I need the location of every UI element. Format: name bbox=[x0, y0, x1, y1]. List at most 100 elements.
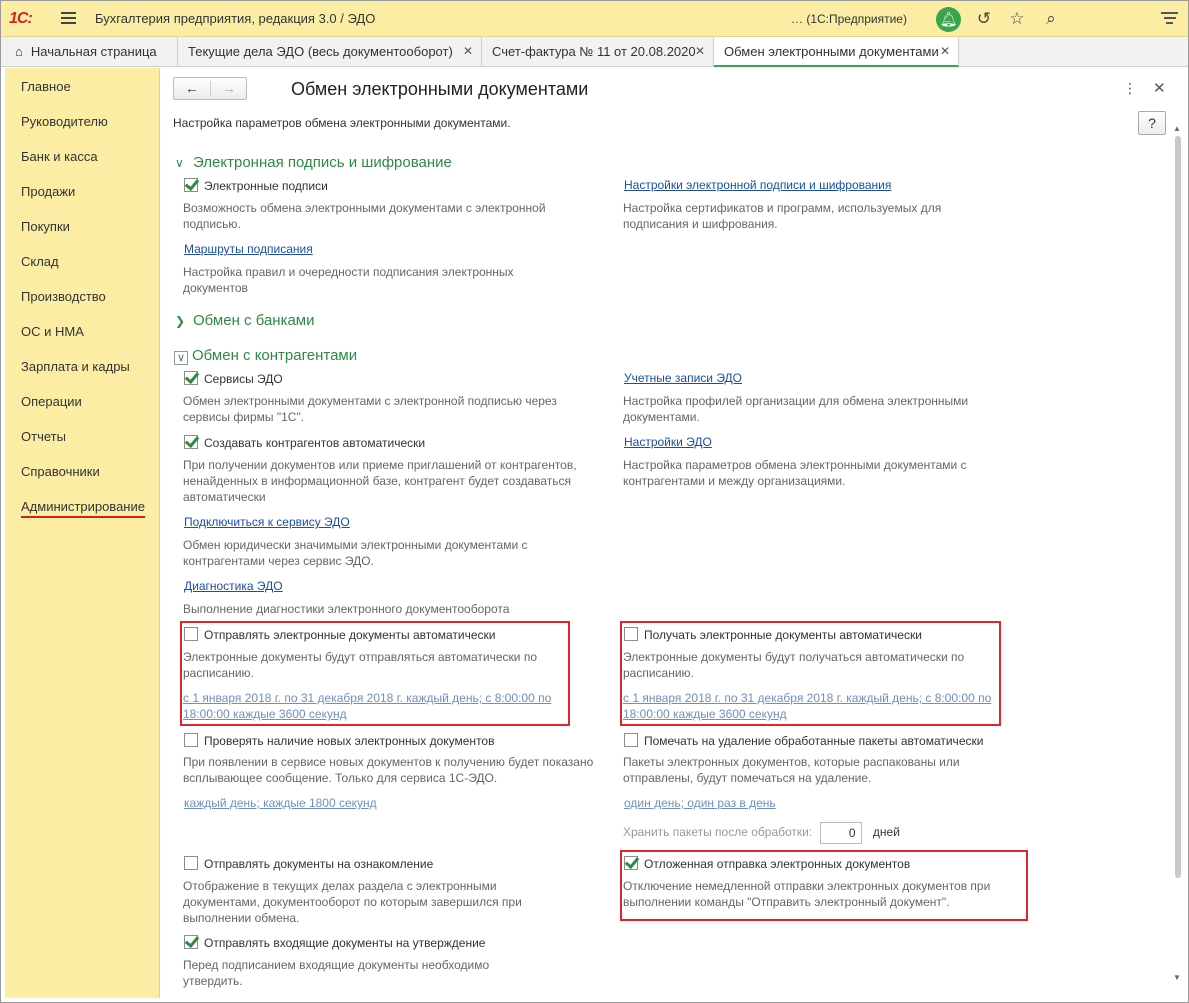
receive-auto-checkbox-row[interactable]: Получать электронные документы автоматич… bbox=[624, 627, 922, 642]
edo-services-checkbox-row[interactable]: Сервисы ЭДО bbox=[184, 371, 283, 386]
send-for-approval-checkbox[interactable] bbox=[184, 935, 198, 949]
approval-label: Отправлять входящие документы на утвержд… bbox=[204, 936, 486, 950]
approval-checkbox-row[interactable]: Отправлять входящие документы на утвержд… bbox=[184, 935, 485, 950]
close-icon[interactable]: ✕ bbox=[1153, 79, 1166, 97]
app-title: Бухгалтерия предприятия, редакция 3.0 / … bbox=[95, 11, 376, 26]
sidebar-item-directories[interactable]: Справочники bbox=[21, 464, 100, 479]
edo-diagnostics-desc: Выполнение диагностики электронного доку… bbox=[183, 602, 510, 616]
review-checkbox-row[interactable]: Отправлять документы на ознакомление bbox=[184, 856, 433, 871]
scroll-down-icon[interactable]: ▼ bbox=[1173, 973, 1181, 982]
e-signatures-checkbox[interactable] bbox=[184, 178, 198, 192]
notifications-bell-icon[interactable]: 🔔︎ bbox=[936, 7, 961, 32]
review-desc: Отображение в текущих делах раздела с эл… bbox=[183, 879, 522, 925]
sidebar-item-purchases[interactable]: Покупки bbox=[21, 219, 70, 234]
edo-settings-link[interactable]: Настройки ЭДО bbox=[624, 435, 712, 449]
chevron-right-icon: ❯ bbox=[175, 314, 186, 328]
sidebar-item-main[interactable]: Главное bbox=[21, 79, 71, 94]
receive-schedule-link[interactable]: с 1 января 2018 г. по 31 декабря 2018 г.… bbox=[623, 690, 993, 722]
send-auto-desc: Электронные документы будут отправляться… bbox=[183, 650, 537, 680]
e-signatures-desc: Возможность обмена электронными документ… bbox=[183, 201, 546, 231]
send-auto-checkbox[interactable] bbox=[184, 627, 198, 641]
signature-settings-link[interactable]: Настройки электронной подписи и шифрован… bbox=[624, 178, 891, 192]
deferred-checkbox-row[interactable]: Отложенная отправка электронных документ… bbox=[624, 856, 910, 871]
send-for-review-checkbox[interactable] bbox=[184, 856, 198, 870]
close-tab-icon[interactable]: ✕ bbox=[463, 44, 473, 58]
section-signature-header[interactable]: ∨ Электронная подпись и шифрование bbox=[175, 154, 452, 171]
sidebar-item-operations[interactable]: Операции bbox=[21, 394, 82, 409]
send-schedule-link[interactable]: с 1 января 2018 г. по 31 декабря 2018 г.… bbox=[183, 690, 553, 722]
sidebar-item-reports[interactable]: Отчеты bbox=[21, 429, 66, 444]
check-schedule-link[interactable]: каждый день; каждые 1800 секунд bbox=[184, 796, 377, 810]
sidebar-item-fixed-assets[interactable]: ОС и НМА bbox=[21, 324, 84, 339]
nav-buttons: ← → bbox=[173, 77, 247, 100]
tab-home[interactable]: ⌂ Начальная страница bbox=[5, 37, 178, 67]
edo-diagnostics-link[interactable]: Диагностика ЭДО bbox=[184, 579, 283, 593]
main-menu-icon[interactable] bbox=[61, 12, 76, 25]
connect-edo-desc: Обмен юридически значимыми электронными … bbox=[183, 538, 528, 568]
edo-settings-desc: Настройка параметров обмена электронными… bbox=[623, 458, 967, 488]
scroll-up-icon[interactable]: ▲ bbox=[1173, 124, 1181, 133]
sidebar-item-payroll[interactable]: Зарплата и кадры bbox=[21, 359, 130, 374]
tab-label: Обмен электронными документами bbox=[724, 44, 939, 59]
e-signatures-checkbox-row[interactable]: Электронные подписи bbox=[184, 178, 328, 193]
mark-delete-checkbox[interactable] bbox=[624, 733, 638, 747]
platform-label[interactable]: … (1С:Предприятие) bbox=[791, 12, 907, 26]
sidebar-item-production[interactable]: Производство bbox=[21, 289, 106, 304]
send-auto-checkbox-row[interactable]: Отправлять электронные документы автомат… bbox=[184, 627, 496, 642]
signing-routes-desc: Настройка правил и очередности подписани… bbox=[183, 265, 514, 295]
auto-create-counterparties-checkbox[interactable] bbox=[184, 435, 198, 449]
sections-sidebar: Главное Руководителю Банк и касса Продаж… bbox=[5, 68, 160, 998]
check-new-checkbox-row[interactable]: Проверять наличие новых электронных доку… bbox=[184, 733, 494, 748]
content-area: ← → Обмен электронными документами ⋮ ✕ ?… bbox=[161, 68, 1188, 1002]
page-title: Обмен электронными документами bbox=[291, 79, 589, 99]
section-banks-header[interactable]: ❯ Обмен с банками bbox=[175, 312, 315, 329]
receive-auto-checkbox[interactable] bbox=[624, 627, 638, 641]
signing-routes-link[interactable]: Маршруты подписания bbox=[184, 242, 313, 256]
app-logo: 1С: bbox=[9, 10, 33, 27]
auto-create-checkbox-row[interactable]: Создавать контрагентов автоматически bbox=[184, 435, 425, 450]
deferred-desc: Отключение немедленной отправки электрон… bbox=[623, 879, 991, 909]
home-icon: ⌂ bbox=[15, 44, 23, 59]
chevron-down-icon: ∨ bbox=[175, 156, 184, 170]
edo-services-checkbox[interactable] bbox=[184, 371, 198, 385]
forward-arrow-icon[interactable]: → bbox=[211, 78, 247, 99]
mark-delete-checkbox-row[interactable]: Помечать на удаление обработанные пакеты… bbox=[624, 733, 983, 748]
close-tab-icon[interactable]: ✕ bbox=[695, 44, 705, 58]
history-icon[interactable]: ↺ bbox=[974, 9, 994, 29]
scrollbar-thumb[interactable] bbox=[1175, 136, 1181, 878]
tab-label: Текущие дела ЭДО (весь документооборот) bbox=[188, 44, 453, 59]
tab-edo-exchange[interactable]: Обмен электронными документами ✕ bbox=[714, 37, 959, 67]
sidebar-item-manager[interactable]: Руководителю bbox=[21, 114, 108, 129]
signature-settings-desc: Настройка сертификатов и программ, испол… bbox=[623, 201, 942, 231]
edo-accounts-link[interactable]: Учетные записи ЭДО bbox=[624, 371, 742, 385]
check-new-desc: При появлении в сервисе новых документов… bbox=[183, 755, 594, 785]
keep-days-input[interactable]: 0 bbox=[819, 822, 862, 844]
more-options-icon[interactable]: ⋮ bbox=[1123, 80, 1137, 97]
section-counterparties-header[interactable]: ∨ Обмен с контрагентами bbox=[174, 347, 357, 365]
section-title: Электронная подпись и шифрование bbox=[193, 154, 452, 171]
edo-services-desc: Обмен электронными документами с электро… bbox=[183, 394, 557, 424]
tab-bar: ⌂ Начальная страница Текущие дела ЭДО (ве… bbox=[1, 37, 1188, 67]
mark-delete-desc: Пакеты электронных документов, которые р… bbox=[623, 755, 960, 785]
deferred-send-checkbox[interactable] bbox=[624, 856, 638, 870]
sidebar-item-sales[interactable]: Продажи bbox=[21, 184, 75, 199]
tab-invoice[interactable]: Счет-фактура № 11 от 20.08.2020 ✕ bbox=[482, 37, 714, 67]
connect-edo-link[interactable]: Подключиться к сервису ЭДО bbox=[184, 515, 350, 529]
e-signatures-label: Электронные подписи bbox=[204, 179, 328, 193]
sidebar-item-warehouse[interactable]: Склад bbox=[21, 254, 59, 269]
tab-edo-current-tasks[interactable]: Текущие дела ЭДО (весь документооборот) … bbox=[178, 37, 482, 67]
mark-delete-label: Помечать на удаление обработанные пакеты… bbox=[644, 734, 984, 748]
sidebar-item-administration[interactable]: Администрирование bbox=[21, 499, 145, 518]
sidebar-item-bank-cash[interactable]: Банк и касса bbox=[21, 149, 98, 164]
close-tab-icon[interactable]: ✕ bbox=[940, 44, 950, 58]
edo-services-label: Сервисы ЭДО bbox=[204, 372, 283, 386]
favorites-star-icon[interactable]: ☆ bbox=[1007, 9, 1027, 29]
approval-desc: Перед подписанием входящие документы нео… bbox=[183, 958, 490, 988]
search-icon[interactable]: ⌕ bbox=[1041, 9, 1061, 29]
app-window: 1С: Бухгалтерия предприятия, редакция 3.… bbox=[0, 0, 1189, 1003]
mark-schedule-link[interactable]: один день; один раз в день bbox=[624, 796, 776, 810]
settings-menu-icon[interactable] bbox=[1161, 12, 1178, 27]
help-button[interactable]: ? bbox=[1138, 111, 1166, 135]
check-new-docs-checkbox[interactable] bbox=[184, 733, 198, 747]
back-arrow-icon[interactable]: ← bbox=[174, 78, 210, 99]
